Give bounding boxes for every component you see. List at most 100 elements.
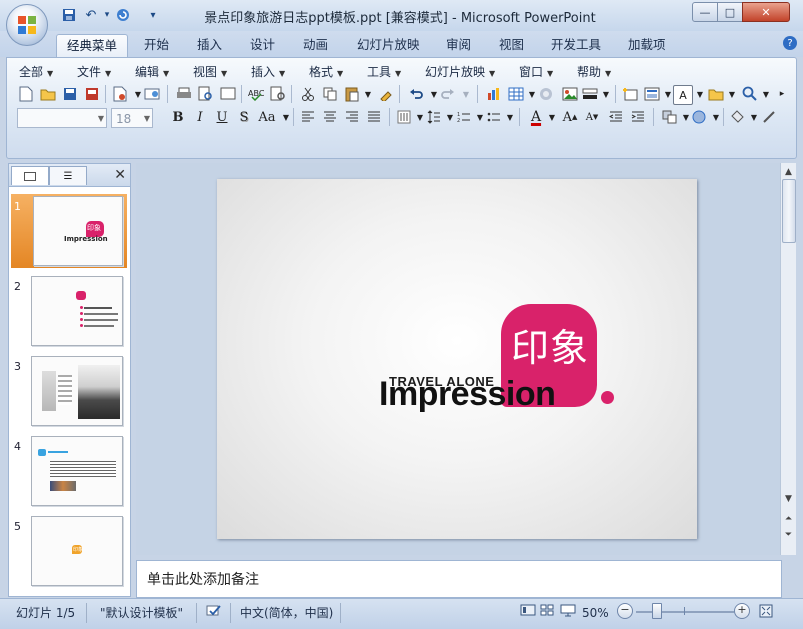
chevron-down-icon[interactable]: ▼ — [501, 108, 519, 126]
office-button[interactable] — [6, 4, 48, 46]
research-icon[interactable] — [269, 85, 287, 103]
align-center-icon[interactable] — [321, 108, 339, 126]
tab-design[interactable]: 设计 — [240, 34, 285, 56]
new-document-icon[interactable] — [17, 85, 35, 103]
menu-tools[interactable]: 工具 ▼ — [367, 63, 401, 81]
slide-thumbnail-5[interactable]: 印象 — [31, 516, 123, 586]
new-slide-icon[interactable] — [621, 85, 639, 103]
chevron-down-icon[interactable]: ▼ — [457, 85, 475, 103]
help-icon[interactable]: ? — [783, 36, 797, 50]
save-icon[interactable] — [61, 85, 79, 103]
toolbar-overflow-icon[interactable]: ▸ — [773, 85, 791, 103]
redo-icon[interactable] — [114, 6, 132, 24]
close-pane-icon[interactable]: ✕ — [114, 167, 126, 183]
scroll-down-icon[interactable]: ▼ — [781, 491, 796, 506]
notes-pane[interactable]: 单击此处添加备注 — [136, 560, 782, 598]
slideshow-view-icon[interactable] — [560, 603, 576, 623]
spelling-icon[interactable]: ABC — [247, 85, 265, 103]
save-as-pdf-icon[interactable] — [83, 85, 101, 103]
scroll-thumb[interactable] — [782, 179, 796, 243]
menu-all[interactable]: 全部 ▼ — [19, 63, 53, 81]
maximize-button[interactable]: □ — [717, 2, 743, 22]
insert-picture-icon[interactable] — [561, 85, 579, 103]
slide-view-icon[interactable] — [219, 85, 237, 103]
zoom-out-button[interactable]: − — [617, 603, 633, 619]
permission-icon[interactable] — [111, 85, 129, 103]
menu-edit[interactable]: 编辑 ▼ — [135, 63, 169, 81]
zoom-slider-track[interactable] — [636, 611, 734, 613]
slide-thumbnail-1[interactable]: 印象 Impression — [33, 196, 123, 266]
font-size-combo[interactable]: 18 ▼ — [111, 108, 153, 128]
underline-button[interactable]: U — [213, 108, 231, 126]
tab-addins[interactable]: 加载项 — [618, 34, 676, 56]
decrease-indent-icon[interactable] — [607, 108, 625, 126]
slides-tab[interactable] — [11, 166, 49, 185]
copy-icon[interactable] — [321, 85, 339, 103]
tab-insert[interactable]: 插入 — [187, 34, 232, 56]
shape-outline-icon[interactable] — [761, 108, 779, 126]
tab-home[interactable]: 开始 — [134, 34, 179, 56]
zoom-slider-thumb[interactable] — [652, 603, 662, 619]
insert-chart-icon[interactable] — [485, 85, 503, 103]
slide-thumbnail-4[interactable] — [31, 436, 123, 506]
zoom-in-button[interactable]: + — [734, 603, 750, 619]
menu-view[interactable]: 视图 ▼ — [193, 63, 227, 81]
email-attach-icon[interactable] — [143, 85, 161, 103]
align-right-icon[interactable] — [343, 108, 361, 126]
chinese-title[interactable]: 印象 — [511, 317, 589, 372]
normal-view-icon[interactable] — [520, 603, 536, 623]
tab-animation[interactable]: 动画 — [293, 34, 338, 56]
menu-file[interactable]: 文件 ▼ — [77, 63, 111, 81]
open-folder-icon[interactable] — [39, 85, 57, 103]
chevron-down-icon[interactable]: ▼ — [723, 85, 741, 103]
tab-developer[interactable]: 开发工具 — [541, 34, 611, 56]
notes-placeholder[interactable]: 单击此处添加备注 — [147, 569, 259, 589]
tab-slideshow[interactable]: 幻灯片放映 — [347, 34, 430, 56]
increase-indent-icon[interactable] — [629, 108, 647, 126]
save-icon[interactable] — [60, 6, 78, 24]
align-left-icon[interactable] — [299, 108, 317, 126]
bold-button[interactable]: B — [169, 108, 187, 126]
outline-tab[interactable]: ☰ — [49, 166, 87, 185]
zoom-level[interactable]: 50% — [582, 603, 609, 623]
minimize-button[interactable]: — — [692, 2, 718, 22]
theme-name[interactable]: "默认设计模板" — [100, 603, 183, 623]
close-button[interactable]: ✕ — [742, 2, 790, 22]
fit-to-window-icon[interactable] — [758, 603, 774, 623]
print-preview-icon[interactable] — [197, 85, 215, 103]
print-icon[interactable] — [175, 85, 193, 103]
scroll-up-icon[interactable]: ▲ — [781, 164, 796, 179]
cut-icon[interactable] — [299, 85, 317, 103]
increase-font-icon[interactable]: A ▲ — [561, 108, 579, 126]
menu-format[interactable]: 格式 ▼ — [309, 63, 343, 81]
vertical-scrollbar[interactable]: ▲ ▼ ⏶ ⏷ — [780, 163, 796, 555]
tab-view[interactable]: 视图 — [489, 34, 534, 56]
justify-icon[interactable] — [365, 108, 383, 126]
chevron-down-icon[interactable]: ▼ — [597, 85, 615, 103]
next-slide-icon[interactable]: ⏷ — [781, 527, 796, 542]
slide-thumbnail-3[interactable] — [31, 356, 123, 426]
tab-review[interactable]: 审阅 — [436, 34, 481, 56]
font-name-combo[interactable]: ▼ — [17, 108, 107, 128]
insert-clipart-icon[interactable] — [537, 85, 555, 103]
change-case-button[interactable]: Aa — [255, 108, 279, 126]
menu-help[interactable]: 帮助 ▼ — [577, 63, 611, 81]
decrease-font-icon[interactable]: A ▼ — [583, 108, 601, 126]
menu-window[interactable]: 窗口 ▼ — [519, 63, 553, 81]
chevron-down-icon[interactable]: ▼ — [543, 108, 561, 126]
undo-icon[interactable] — [407, 85, 425, 103]
menu-slideshow[interactable]: 幻灯片放映 ▼ — [425, 63, 495, 81]
slide-thumbnail-2[interactable] — [31, 276, 123, 346]
redo-icon[interactable] — [439, 85, 457, 103]
chevron-down-icon[interactable]: ▼ — [359, 85, 377, 103]
format-painter-icon[interactable] — [377, 85, 395, 103]
menu-insert[interactable]: 插入 ▼ — [251, 63, 285, 81]
current-slide[interactable]: 印象 TRAVEL ALONE Impression — [217, 179, 697, 539]
slide-sorter-icon[interactable] — [540, 603, 554, 623]
tab-classic-menu[interactable]: 经典菜单 — [56, 34, 129, 57]
italic-button[interactable]: I — [191, 108, 209, 126]
language-indicator[interactable]: 中文(简体，中国) — [240, 603, 333, 623]
spell-check-icon[interactable] — [206, 603, 222, 623]
shadow-button[interactable]: S — [235, 108, 253, 126]
previous-slide-icon[interactable]: ⏶ — [781, 511, 796, 526]
